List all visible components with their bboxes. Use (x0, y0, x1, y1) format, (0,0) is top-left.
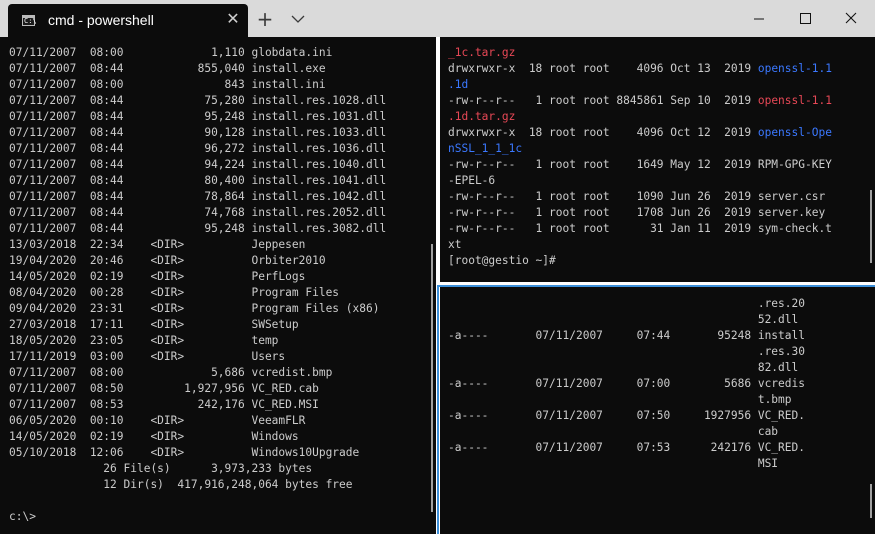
maximize-icon[interactable] (782, 0, 828, 37)
terminal-line: -EPEL-6 (448, 173, 832, 189)
terminal-text: xt (448, 238, 462, 251)
terminal-line: 17/11/2019 03:00 <DIR> Users (9, 350, 286, 363)
terminal-line: -a---- 07/11/2007 07:44 95248 install (448, 329, 805, 342)
terminal-line: drwxrwxr-x 18 root root 4096 Oct 12 2019… (448, 125, 832, 141)
minimize-icon[interactable] (736, 0, 782, 37)
terminal-text: -rw-r--r-- 1 root root 1708 Jun 26 2019 … (448, 206, 826, 219)
terminal-line: 07/11/2007 08:44 96,272 install.res.1036… (9, 142, 387, 155)
terminal-line: 07/11/2007 08:44 74,768 install.res.2052… (9, 206, 387, 219)
terminal-line: 19/04/2020 20:46 <DIR> Orbiter2010 (9, 254, 326, 267)
terminal-line: 07/11/2007 08:44 94,224 install.res.1040… (9, 158, 387, 171)
terminal-line: 07/11/2007 08:44 95,248 install.res.3082… (9, 222, 387, 235)
terminal-line: 07/11/2007 08:44 75,280 install.res.1028… (9, 94, 387, 107)
terminal-output: _1c.tar.gz drwxrwxr-x 18 root root 4096 O… (448, 45, 832, 269)
terminal-line: 09/04/2020 23:31 <DIR> Program Files (x8… (9, 302, 380, 315)
terminal-text: -rw-r--r-- 1 root root 8845861 Sep 10 20… (448, 94, 758, 107)
terminal-text: .1d (448, 78, 469, 91)
scrollbar[interactable] (870, 190, 872, 263)
terminal-line: -a---- 07/11/2007 07:50 1927956 VC_RED. (448, 409, 805, 422)
terminal-line: xt (448, 237, 832, 253)
terminal-output: 07/11/2007 08:00 1,110 globdata.ini 07/11… (9, 45, 386, 525)
terminal-line: c:\> (9, 510, 36, 523)
terminal-line: 07/11/2007 08:44 80,400 install.res.1041… (9, 174, 387, 187)
terminal-line: 05/10/2018 12:06 <DIR> Windows10Upgrade (9, 446, 360, 459)
terminal-line: nSSL_1_1_1c (448, 141, 832, 157)
terminal-line: 14/05/2020 02:19 <DIR> Windows (9, 430, 299, 443)
terminal-line: -rw-r--r-- 1 root root 31 Jan 11 2019 sy… (448, 221, 832, 237)
terminal-text: -rw-r--r-- 1 root root 1090 Jun 26 2019 … (448, 190, 826, 203)
terminal-line: -a---- 07/11/2007 07:00 5686 vcredis (448, 377, 805, 390)
terminal-line: 06/05/2020 00:10 <DIR> VeeamFLR (9, 414, 306, 427)
terminal-text: -rw-r--r-- 1 root root 1649 May 12 2019 … (448, 158, 832, 171)
terminal-line: -rw-r--r-- 1 root root 1090 Jun 26 2019 … (448, 189, 832, 205)
terminal-line: [root@gestio ~]# (448, 253, 832, 269)
tab-title: cmd - powershell (48, 12, 154, 28)
terminal-line: 08/04/2020 00:28 <DIR> Program Files (9, 286, 340, 299)
scrollbar[interactable] (431, 244, 433, 512)
terminal-line: 07/11/2007 08:53 242,176 VC_RED.MSI (9, 398, 319, 411)
terminal-line: 07/11/2007 08:00 1,110 globdata.ini (9, 46, 333, 59)
terminal-line: -rw-r--r-- 1 root root 1708 Jun 26 2019 … (448, 205, 832, 221)
terminal-line: t.bmp (448, 393, 792, 406)
terminal-line: 18/05/2020 23:05 <DIR> temp (9, 334, 279, 347)
terminal-line: drwxrwxr-x 18 root root 4096 Oct 13 2019… (448, 61, 832, 77)
new-tab-button[interactable]: + (255, 9, 275, 29)
terminal-text: openssl-1.1 (757, 94, 832, 107)
terminal-line: 07/11/2007 08:50 1,927,956 VC_RED.cab (9, 382, 319, 395)
terminal-text: openssl-1.1 (757, 62, 832, 75)
terminal-line: .res.30 (448, 345, 805, 358)
terminal-line: 07/11/2007 08:44 855,040 install.exe (9, 62, 326, 75)
terminal-line: 07/11/2007 08:00 843 install.ini (9, 78, 326, 91)
terminal-line: 52.dll (448, 313, 799, 326)
terminal-line: .1d.tar.gz (448, 109, 832, 125)
terminal-line: -a---- 07/11/2007 07:53 242176 VC_RED. (448, 441, 805, 454)
tab-cmd-powershell[interactable]: C:\ cmd - powershell ✕ (8, 4, 248, 37)
terminal-line: 07/11/2007 08:44 78,864 install.res.1042… (9, 190, 387, 203)
terminal-text: drwxrwxr-x 18 root root 4096 Oct 12 2019 (448, 126, 758, 139)
cmd-icon: C:\ (22, 15, 37, 26)
terminal-text: -EPEL-6 (448, 174, 496, 187)
terminal-text: openssl-Ope (757, 126, 832, 139)
terminal-line: -rw-r--r-- 1 root root 1649 May 12 2019 … (448, 157, 832, 173)
terminal-line: 26 File(s) 3,973,233 bytes (9, 462, 313, 475)
terminal-output: .res.20 52.dll -a---- 07/11/2007 07:44 95… (448, 296, 805, 534)
terminal-text: .1d.tar.gz (448, 110, 516, 123)
terminal-line: MSI (448, 457, 779, 470)
terminal-line: _1c.tar.gz (448, 45, 832, 61)
terminal-line: .res.20 (448, 297, 805, 310)
title-bar: C:\ cmd - powershell ✕ + (0, 0, 875, 37)
terminal-line: cab (448, 425, 779, 438)
terminal-line: 12 Dir(s) 417,916,248,064 bytes free (9, 478, 353, 491)
terminal-line: 13/03/2018 22:34 <DIR> Jeppesen (9, 238, 306, 251)
terminal-line: 14/05/2020 02:19 <DIR> PerfLogs (9, 270, 306, 283)
terminal-line: .1d (448, 77, 832, 93)
terminal-text: nSSL_1_1_1c (448, 142, 523, 155)
terminal-text: _1c.tar.gz (448, 46, 516, 59)
terminal-line: -rw-r--r-- 1 root root 8845861 Sep 10 20… (448, 93, 832, 109)
terminal-text: [root@gestio ~]# (448, 254, 556, 267)
terminal-pane-ssh[interactable]: _1c.tar.gz drwxrwxr-x 18 root root 4096 O… (440, 37, 875, 282)
terminal-text: drwxrwxr-x 18 root root 4096 Oct 13 2019 (448, 62, 758, 75)
terminal-line: 27/03/2018 17:11 <DIR> SWSetup (9, 318, 299, 331)
terminal-line: 07/11/2007 08:00 5,686 vcredist.bmp (9, 366, 333, 379)
terminal-line: 07/11/2007 08:44 90,128 install.res.1033… (9, 126, 387, 139)
terminal-line: 82.dll (448, 361, 799, 374)
terminal-pane-cmd[interactable]: 07/11/2007 08:00 1,110 globdata.ini 07/11… (0, 37, 436, 534)
close-tab-icon[interactable]: ✕ (224, 10, 242, 28)
terminal-text: -rw-r--r-- 1 root root 31 Jan 11 2019 sy… (448, 222, 832, 235)
pane-divider-horizontal[interactable] (440, 282, 875, 285)
scrollbar[interactable] (870, 484, 872, 518)
terminal-pane-powershell[interactable]: .res.20 52.dll -a---- 07/11/2007 07:44 95… (440, 287, 875, 534)
terminal-line: 07/11/2007 08:44 95,248 install.res.1031… (9, 110, 387, 123)
chevron-down-icon[interactable] (288, 9, 308, 29)
close-icon[interactable] (828, 0, 874, 37)
